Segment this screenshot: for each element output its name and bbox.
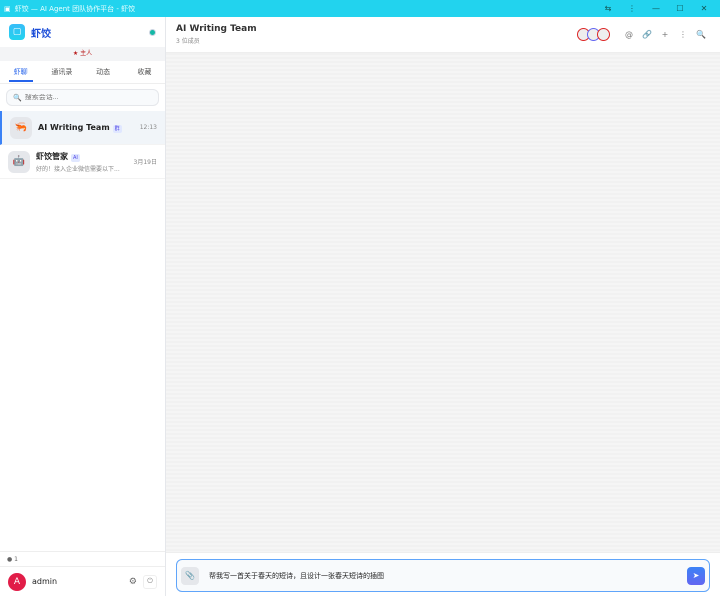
group-avatar: 🦐 (10, 116, 32, 139)
status-dot[interactable] (149, 28, 156, 36)
chat-logo-icon: ▢ (9, 24, 25, 40)
menu-icon[interactable]: ⋮ (620, 4, 644, 13)
title-bar: ▣ 虾饺 — AI Agent 团队协作平台 - 虾饺 ⇆ ⋮ — ☐ ✕ (0, 0, 720, 17)
message-input[interactable]: 📎 帮我写一首关于春天的短诗，且设计一张春天短诗的插图 ➤ (176, 559, 710, 592)
message-area (166, 53, 720, 552)
switch-icon[interactable]: ⇆ (596, 4, 620, 13)
send-button[interactable]: ➤ (687, 566, 705, 585)
app-icon: ▣ (4, 4, 11, 13)
conversation-name: 虾饺管家 (36, 151, 68, 161)
settings-icon[interactable]: ⚙ (129, 577, 137, 587)
chat-title: AI Writing Team (176, 24, 257, 34)
group-badge: 群 (112, 125, 122, 133)
sidebar: ▢ 虾饺 ★ 主人 虾聊 通讯录 动态 收藏 🔍 🦐 AI Writing Te… (0, 17, 166, 596)
search-icon[interactable]: 🔍 (692, 30, 710, 39)
ai-badge: AI (71, 153, 80, 162)
close-button[interactable]: ✕ (692, 4, 716, 13)
tab-favorites[interactable]: 收藏 (124, 61, 165, 83)
window-title: 虾饺 — AI Agent 团队协作平台 - 虾饺 (14, 4, 136, 13)
conversation-item[interactable]: 🤖 虾饺管家 AI 好的！接入企业微信需要以下... 3月19日 (0, 145, 165, 179)
more-icon[interactable]: ⋮ (674, 30, 692, 39)
add-icon[interactable]: + (656, 30, 674, 39)
bot-avatar: 🤖 (8, 150, 30, 173)
member-avatars[interactable] (577, 28, 610, 41)
maximize-button[interactable]: ☐ (668, 4, 692, 13)
attach-icon[interactable]: 📎 (181, 566, 199, 585)
tab-feed[interactable]: 动态 (83, 61, 124, 83)
mention-icon[interactable]: @ (620, 30, 638, 39)
search-input[interactable] (24, 94, 145, 101)
search-icon: 🔍 (13, 93, 22, 102)
tab-contacts[interactable]: 通讯录 (41, 61, 82, 83)
conversation-name: AI Writing Team (38, 123, 110, 132)
conversation-item[interactable]: 🦐 AI Writing Team 群 12:13 (0, 111, 165, 145)
brand-name: 虾饺 (31, 28, 51, 40)
conversation-time: 12:13 (139, 124, 157, 131)
message-text[interactable]: 帮我写一首关于春天的短诗，且设计一张春天短诗的插图 (209, 571, 687, 581)
conversation-time: 3月19日 (133, 159, 157, 166)
minimize-button[interactable]: — (644, 4, 668, 13)
conversation-preview: 好的！接入企业微信需要以下... (36, 165, 120, 173)
search-box: 🔍 (6, 89, 159, 106)
avatar[interactable]: A (8, 572, 26, 591)
link-icon[interactable]: 🔗 (638, 30, 656, 39)
power-icon[interactable]: ⏻ (143, 574, 157, 589)
username: admin (32, 577, 58, 586)
role-label: ★ 主人 (0, 47, 165, 61)
online-count: ● 1 (0, 551, 165, 566)
member-count: 3 位成员 (176, 38, 200, 45)
tab-chats[interactable]: 虾聊 (0, 61, 41, 83)
